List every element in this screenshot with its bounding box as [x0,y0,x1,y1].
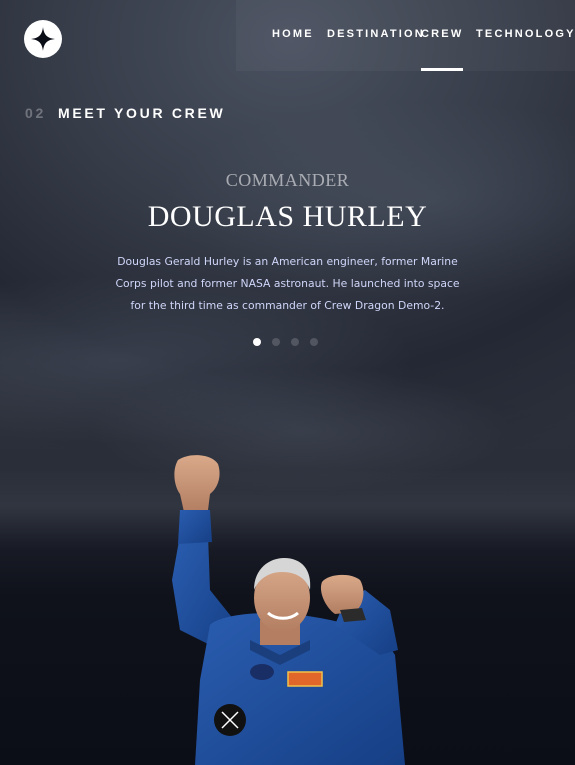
crew-role: COMMANDER [225,170,350,190]
nav-label: CREW [421,27,464,40]
pagination-dot-3[interactable] [291,338,299,346]
section-number: 02 [25,105,46,121]
crew-bio: Douglas Gerald Hurley is an American eng… [115,255,460,312]
crew-member-photo [172,455,405,765]
crew-pagination [253,338,318,346]
crew-name: DOUGLAS HURLEY [147,200,428,233]
pagination-dot-1[interactable] [253,338,261,346]
nav-item-home[interactable]: HOME [272,0,314,71]
section-title: MEET YOUR CREW [57,105,226,121]
main-navigation: HOME DESTINATION CREW TECHNOLOGY [236,0,575,71]
pagination-dot-2[interactable] [272,338,280,346]
nav-item-destination[interactable]: DESTINATION [327,0,425,71]
pagination-dot-4[interactable] [310,338,318,346]
nav-item-technology[interactable]: TECHNOLOGY [476,0,575,71]
nav-item-crew[interactable]: CREW [421,0,464,71]
nav-label: HOME [272,27,314,40]
nav-label: DESTINATION [327,27,425,40]
nav-label: TECHNOLOGY [476,27,575,40]
logo-star-icon[interactable] [24,20,62,58]
section-heading: 02 MEET YOUR CREW [25,105,225,121]
